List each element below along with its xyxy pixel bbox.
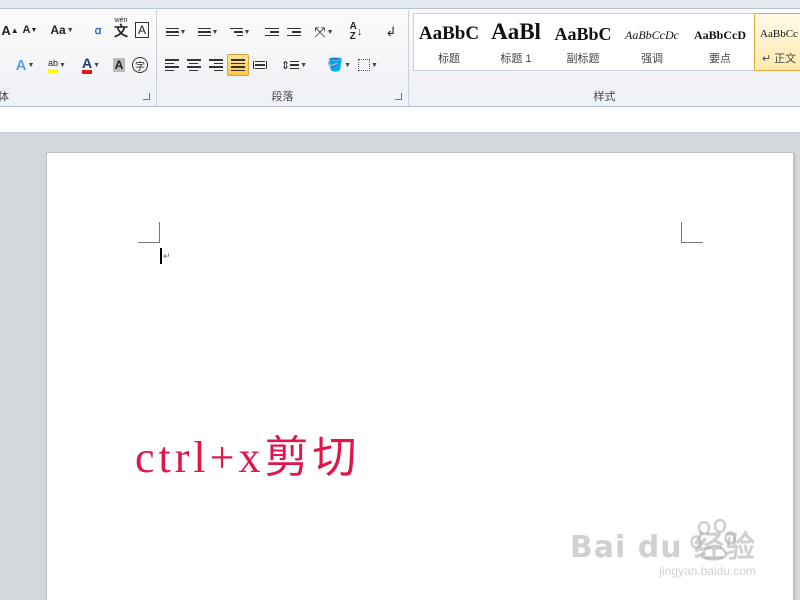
watermark-url: jingyan.baidu.com xyxy=(659,564,756,578)
ribbon-tabs-strip xyxy=(0,0,800,9)
text-effects-button[interactable]: A ▼ xyxy=(10,54,40,76)
decrease-indent-icon xyxy=(265,27,279,37)
paragraph-mark-icon: ↵ xyxy=(163,251,171,261)
styles-gallery: AaBbC 标题 AaBl 标题 1 AaBbC 副标题 AaBbCcDc 强调… xyxy=(413,13,800,71)
document-content-text[interactable]: ctrl+x剪切 xyxy=(135,421,360,485)
bullets-button[interactable]: ▼ xyxy=(161,21,191,43)
character-border-button[interactable]: A xyxy=(133,19,151,41)
paragraph-mark-icon: ↲ xyxy=(385,24,397,39)
align-center-icon xyxy=(187,59,201,71)
grow-font-button[interactable]: A ▲ xyxy=(0,19,20,41)
highlighter-icon: ab xyxy=(48,57,59,73)
decrease-indent-button[interactable] xyxy=(261,21,283,43)
chinese-layout-icon: ⤧ xyxy=(314,23,326,40)
paragraph-group-label: 段落 xyxy=(271,91,294,103)
align-center-button[interactable] xyxy=(183,54,205,76)
watermark-brand: Bai du 经验 xyxy=(569,530,756,565)
line-spacing-icon: ⇕ xyxy=(280,59,291,72)
font-dialog-launcher-icon[interactable] xyxy=(143,93,150,100)
enclose-characters-button[interactable]: 字 xyxy=(130,54,150,76)
crop-mark-top-right-horizontal xyxy=(681,242,703,243)
align-left-button[interactable] xyxy=(161,54,183,76)
multilevel-list-icon xyxy=(229,27,243,37)
distributed-button[interactable] xyxy=(249,54,271,76)
text-effects-icon: A xyxy=(15,56,27,74)
clear-formatting-button[interactable]: ꭤ xyxy=(86,19,110,41)
paragraph-group: ▼ ▼ ▼ ⤧ ▼ A Z ↓ ↲ ⇕ ▼ 🪣 ▼ ▼ 段落 xyxy=(157,10,409,106)
style-strong[interactable]: AaBbCcD 要点 xyxy=(687,14,753,70)
show-marks-button[interactable]: ↲ xyxy=(381,21,401,43)
borders-icon xyxy=(358,59,371,71)
ribbon: A▲ A▼ Aa▼ ꭤ wén 文 A A▼ ab▼ A▼ A 字 xyxy=(0,0,800,107)
font-color-button[interactable]: A ▼ xyxy=(76,54,106,76)
font-group-label: 体 xyxy=(0,91,9,103)
align-right-icon xyxy=(209,59,223,71)
styles-group-label: 样式 xyxy=(593,91,616,103)
justify-button[interactable] xyxy=(227,54,249,76)
style-heading-1[interactable]: AaBl 标题 1 xyxy=(485,14,547,70)
numbering-button[interactable]: ▼ xyxy=(193,21,223,43)
character-shading-button[interactable]: A xyxy=(110,54,128,76)
paint-bucket-icon: 🪣 xyxy=(326,57,344,72)
highlight-color-button[interactable]: ab ▼ xyxy=(42,54,72,76)
style-emphasis[interactable]: AaBbCcDc 强调 xyxy=(619,14,685,70)
font-group: A▲ A▼ Aa▼ ꭤ wén 文 A A▼ ab▼ A▼ A 字 xyxy=(0,10,157,106)
chinese-layout-button[interactable]: ⤧ ▼ xyxy=(309,21,339,43)
line-spacing-button[interactable]: ⇕ ▼ xyxy=(279,54,309,76)
crop-mark-top-right-vertical xyxy=(681,222,682,243)
sort-icon: AZ xyxy=(349,21,357,42)
style-title[interactable]: AaBbC 标题 xyxy=(415,14,483,70)
align-right-button[interactable] xyxy=(205,54,227,76)
sort-button[interactable]: A Z ↓ xyxy=(344,21,368,43)
increase-indent-icon xyxy=(287,27,301,37)
multilevel-list-button[interactable]: ▼ xyxy=(225,21,255,43)
crop-mark-top-left-vertical xyxy=(159,222,160,243)
borders-button[interactable]: ▼ xyxy=(353,54,383,76)
align-left-icon xyxy=(165,59,179,71)
increase-indent-button[interactable] xyxy=(283,21,305,43)
eraser-icon: ꭤ xyxy=(94,24,102,37)
bullet-list-icon xyxy=(165,27,179,37)
text-cursor xyxy=(160,248,162,264)
distribute-icon xyxy=(253,60,267,70)
justify-icon xyxy=(231,59,245,71)
baidu-jingyan-watermark: Bai du 经验 jingyan.baidu.com xyxy=(570,522,756,578)
change-case-button[interactable]: Aa ▼ xyxy=(47,19,77,41)
paragraph-dialog-launcher-icon[interactable] xyxy=(395,93,402,100)
style-normal[interactable]: AaBbCc ↵ 正文 xyxy=(754,13,800,71)
shading-button[interactable]: 🪣 ▼ xyxy=(323,54,355,76)
ruler-area xyxy=(0,107,800,133)
numbered-list-icon xyxy=(197,27,211,37)
shrink-font-button[interactable]: A ▼ xyxy=(20,19,40,41)
style-subtitle[interactable]: AaBbC 副标题 xyxy=(551,14,615,70)
crop-mark-top-left-horizontal xyxy=(138,242,160,243)
phonetic-guide-button[interactable]: wén 文 xyxy=(110,16,132,38)
